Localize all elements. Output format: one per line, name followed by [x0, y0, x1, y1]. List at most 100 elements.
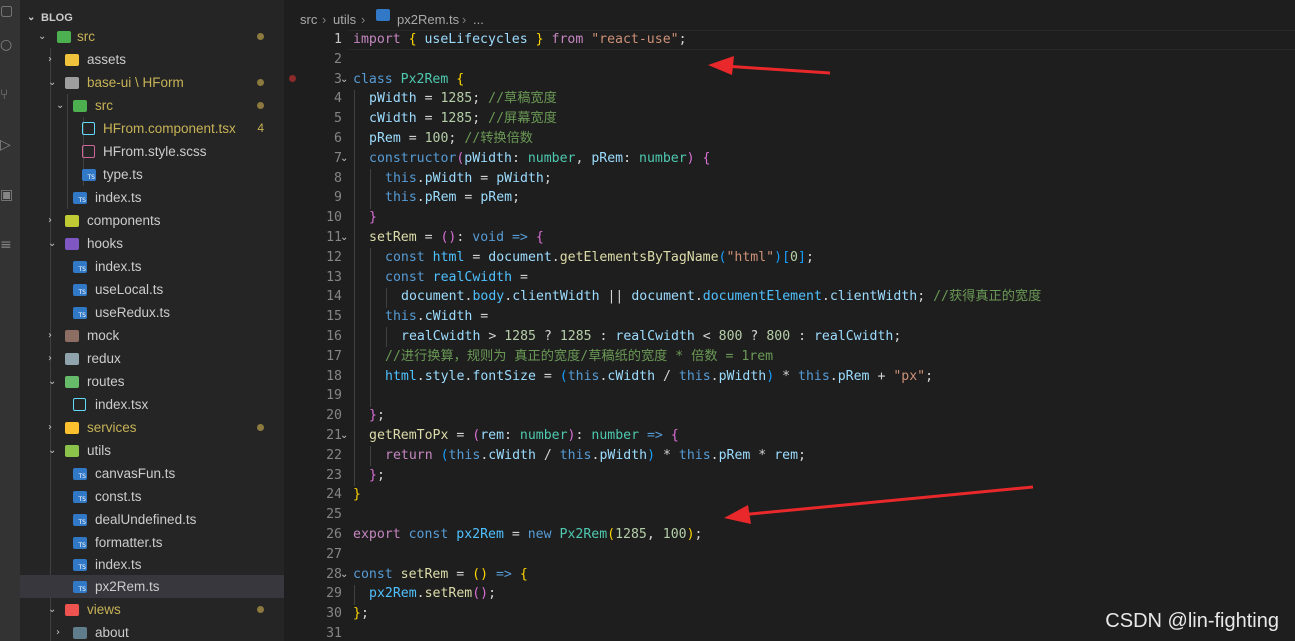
tree-folder-routes[interactable]: ⌄ routes — [20, 370, 284, 393]
code-token: constructor — [369, 150, 457, 166]
activity-bar: ▢ ○ ⑂ ▷ ▣ ≡ — [0, 0, 20, 641]
tree-file-canvasfun[interactable]: canvasFun.ts — [20, 462, 284, 485]
code-token: class — [353, 71, 393, 87]
code-token: this — [678, 368, 711, 384]
tree-folder-src-nested[interactable]: ⌄ src — [20, 94, 284, 117]
code-token: const — [385, 249, 425, 265]
tree-item-label: HFrom.component.tsx — [103, 121, 236, 136]
code-line-17: //进行换算，规则为 真正的宽度/草稿纸的宽度 * 倍数 = 1rem — [385, 347, 773, 367]
code-token: => — [511, 230, 528, 245]
tree-folder-services[interactable]: › services — [20, 416, 284, 439]
search-icon[interactable]: ○ — [0, 34, 20, 56]
fold-chevron-icon[interactable]: ⌄ — [340, 426, 350, 446]
breadcrumb-item-utils[interactable]: utils — [333, 9, 356, 31]
tree-item-label: px2Rem.ts — [95, 579, 160, 594]
folder-base-ui-icon — [65, 77, 79, 89]
line-number: 8 — [334, 170, 342, 186]
line-number: 27 — [326, 546, 342, 562]
breadcrumb-item-src[interactable]: src — [300, 9, 317, 31]
tree-file-type-ts[interactable]: type.ts — [20, 163, 284, 186]
modified-dot — [257, 606, 264, 613]
code-line-26: export const px2Rem = new Px2Rem(1285, 1… — [353, 525, 702, 545]
folder-redux-icon — [65, 353, 79, 365]
code-token: 100 — [424, 131, 449, 146]
tree-file-index-ts[interactable]: index.ts — [20, 186, 284, 209]
tree-file-useredux[interactable]: useRedux.ts — [20, 301, 284, 324]
line-number: 6 — [334, 131, 342, 146]
tree-folder-assets[interactable]: › assets — [20, 48, 284, 71]
code-token: document — [488, 249, 552, 265]
line-number: 4 — [334, 91, 342, 107]
tree-file-dealundefined[interactable]: dealUndefined.ts — [20, 508, 284, 531]
breadcrumb-item-symbol[interactable]: ... — [473, 9, 484, 31]
tree-file-uselocal[interactable]: useLocal.ts — [20, 278, 284, 301]
line-number: 9 — [334, 190, 342, 206]
typescript-file-icon — [73, 537, 87, 549]
code-token: > — [480, 329, 505, 344]
code-token: new — [527, 527, 552, 542]
tree-folder-about[interactable]: › about — [20, 621, 284, 641]
tree-folder-src[interactable]: ⌄ src — [20, 25, 284, 48]
tree-file-const[interactable]: const.ts — [20, 485, 284, 508]
code-token: < — [694, 329, 719, 344]
tree-file-hfrom-component[interactable]: HFrom.component.tsx 4 — [20, 117, 284, 140]
chevron-down-icon: ⌄ — [48, 77, 57, 88]
run-icon[interactable]: ▷ — [0, 134, 20, 156]
tree-item-label: canvasFun.ts — [95, 466, 176, 481]
typescript-file-icon — [73, 261, 87, 273]
tree-folder-components[interactable]: › components — [20, 209, 284, 232]
code-editor[interactable]: src › utils › px2Rem.ts › ... 1 2 3 4 5 … — [284, 0, 1295, 641]
tree-file-hfrom-style[interactable]: HFrom.style.scss — [20, 140, 284, 163]
code-token: = — [535, 368, 560, 384]
tree-file-px2rem-active[interactable]: px2Rem.ts — [20, 575, 284, 598]
code-line-24: } — [353, 485, 361, 505]
fold-chevron-icon[interactable]: ⌄ — [340, 565, 350, 585]
tree-file-formatter[interactable]: formatter.ts — [20, 531, 284, 554]
code-token: ; — [893, 329, 902, 344]
typescript-file-icon — [73, 581, 87, 593]
tree-folder-mock[interactable]: › mock — [20, 324, 284, 347]
code-token: * — [750, 447, 775, 463]
files-icon[interactable]: ▢ — [0, 0, 20, 22]
source-control-icon[interactable]: ⑂ — [0, 84, 20, 106]
react-file-icon — [73, 398, 86, 411]
tree-item-label: HFrom.style.scss — [103, 144, 207, 159]
tree-folder-base-ui[interactable]: ⌄ base-ui \ HForm — [20, 71, 284, 94]
tree-file-utils-index[interactable]: index.ts — [20, 553, 284, 576]
line-number: 18 — [326, 368, 342, 384]
tree-item-label: redux — [87, 351, 121, 366]
chevron-down-icon: ⌄ — [48, 238, 57, 249]
breadcrumb-separator-icon: › — [322, 12, 327, 27]
tree-file-routes-index[interactable]: index.tsx — [20, 393, 284, 416]
tree-item-label: index.ts — [95, 259, 142, 274]
code-token: pWidth — [718, 368, 767, 384]
code-token: . — [710, 447, 719, 463]
fold-chevron-icon[interactable]: ⌄ — [340, 70, 350, 90]
fold-chevron-icon[interactable]: ⌄ — [340, 149, 350, 169]
tree-item-label: const.ts — [95, 489, 142, 504]
indent-guide — [370, 169, 371, 209]
tree-folder-hooks[interactable]: ⌄ hooks — [20, 232, 284, 255]
code-token: : — [575, 428, 592, 443]
breadcrumb-item-file[interactable]: px2Rem.ts — [397, 9, 459, 31]
tree-folder-views[interactable]: ⌄ views — [20, 598, 284, 621]
tree-item-label: about — [95, 625, 129, 640]
tree-file-hooks-index[interactable]: index.ts — [20, 255, 284, 278]
tree-folder-utils[interactable]: ⌄ utils — [20, 439, 284, 462]
fold-chevron-icon[interactable]: ⌄ — [340, 228, 350, 248]
code-token: ; — [543, 170, 552, 186]
code-token: : — [623, 150, 640, 166]
folder-assets-icon — [65, 54, 79, 66]
tree-folder-redux[interactable]: › redux — [20, 347, 284, 370]
code-token: 1285 — [615, 527, 647, 542]
code-token: { — [519, 566, 528, 582]
list-icon[interactable]: ≡ — [0, 234, 20, 256]
code-token: number — [639, 150, 687, 166]
line-number: 20 — [326, 408, 342, 424]
chevron-right-icon: › — [48, 215, 52, 226]
code-line-21: getRemToPx = (rem: number): number => { — [369, 426, 679, 446]
extensions-icon[interactable]: ▣ — [0, 184, 20, 206]
chevron-down-icon: ⌄ — [48, 604, 57, 615]
line-number: 21 — [326, 428, 342, 443]
